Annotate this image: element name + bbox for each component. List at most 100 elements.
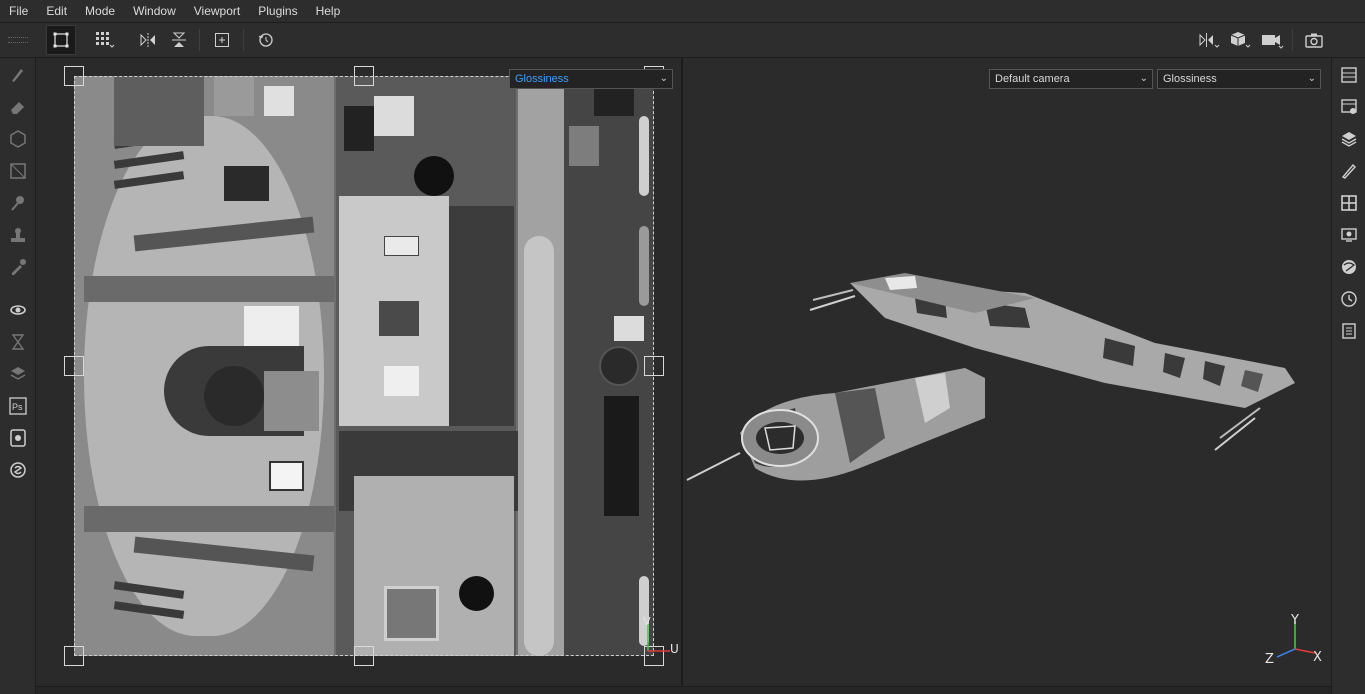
3d-viewport[interactable]: Default camera ⌄ Glossiness ⌄ Y X Z xyxy=(685,58,1330,686)
uv-handle-bottom-left[interactable] xyxy=(64,646,84,666)
display-grid-icon xyxy=(1341,195,1357,211)
smudge-icon xyxy=(11,196,24,211)
substance-share-button[interactable] xyxy=(6,458,30,482)
color-picker-tool[interactable] xyxy=(6,255,30,279)
gizmo-y-label: Y xyxy=(1291,613,1299,628)
texture-set-button[interactable] xyxy=(1337,95,1361,119)
fit-view-button[interactable] xyxy=(207,25,237,55)
uv-handle-middle-left[interactable] xyxy=(64,356,84,376)
iray-icon xyxy=(10,429,26,447)
left-tool-column: Ps xyxy=(0,58,36,694)
gizmo-x-label: X xyxy=(1313,650,1322,665)
iray-render-button[interactable] xyxy=(6,426,30,450)
uv-select-icon xyxy=(53,32,69,48)
flip-vertical-button[interactable] xyxy=(164,25,194,55)
camera-icon xyxy=(1262,35,1284,49)
uv-axis-u-label: U xyxy=(670,642,679,656)
menu-file[interactable]: File xyxy=(0,0,37,23)
log-button[interactable] xyxy=(1337,319,1361,343)
smudge-tool[interactable] xyxy=(6,191,30,215)
grid-tiling-icon xyxy=(96,32,115,48)
chevron-down-icon: ⌄ xyxy=(1307,73,1316,84)
paint-brush-icon xyxy=(12,69,23,82)
menu-plugins[interactable]: Plugins xyxy=(249,0,306,23)
flip-vertical-icon xyxy=(172,32,186,47)
uv-handle-bottom-center[interactable] xyxy=(354,646,374,666)
flip-horizontal-icon xyxy=(140,33,155,47)
substance-icon xyxy=(10,462,26,478)
camera-select[interactable]: Default camera ⌄ xyxy=(989,69,1153,89)
right-panel-column xyxy=(1331,58,1365,694)
hourglass-tool[interactable] xyxy=(6,330,30,354)
svg-text:Ps: Ps xyxy=(12,402,23,412)
photoshop-export-button[interactable]: Ps xyxy=(6,394,30,418)
screenshot-icon xyxy=(1305,33,1323,48)
menu-bar: File Edit Mode Window Viewport Plugins H… xyxy=(0,0,1365,23)
display-cube-button[interactable] xyxy=(1226,25,1256,55)
3d-channel-select[interactable]: Glossiness ⌄ xyxy=(1157,69,1321,89)
viewer-settings-button[interactable] xyxy=(1337,223,1361,247)
grid-tiling-button[interactable] xyxy=(90,25,120,55)
menu-viewport[interactable]: Viewport xyxy=(185,0,249,23)
bake-icon xyxy=(10,305,26,315)
camera-button[interactable] xyxy=(1258,25,1288,55)
uv-select-button[interactable] xyxy=(46,25,76,55)
fit-view-icon xyxy=(215,33,229,47)
app-window: File Edit Mode Window Viewport Plugins H… xyxy=(0,0,1365,694)
camera-select-value: Default camera xyxy=(995,73,1070,85)
brush-settings-button[interactable] xyxy=(1337,159,1361,183)
status-strip xyxy=(36,686,1331,694)
layer-tool[interactable] xyxy=(6,362,30,386)
uv-handle-top-left[interactable] xyxy=(64,66,84,86)
history-button[interactable] xyxy=(1337,287,1361,311)
menu-help[interactable]: Help xyxy=(307,0,350,23)
log-icon xyxy=(1342,323,1356,339)
history-icon xyxy=(1341,291,1357,307)
environment-icon xyxy=(1342,260,1356,274)
mirror-axis-button[interactable] xyxy=(1194,25,1224,55)
display-cube-icon xyxy=(1230,32,1251,48)
gizmo-z-label: Z xyxy=(1265,652,1274,667)
spaceship-3d-model xyxy=(686,273,1295,481)
photoshop-icon: Ps xyxy=(9,397,27,415)
geometry-decal-tool[interactable] xyxy=(6,159,30,183)
uv-handle-middle-right[interactable] xyxy=(644,356,664,376)
3d-channel-select-value: Glossiness xyxy=(1163,73,1217,85)
projection-icon xyxy=(10,130,26,148)
viewer-settings-icon xyxy=(1341,228,1357,242)
bake-tool[interactable] xyxy=(6,298,30,322)
uv-texture-sheet xyxy=(74,76,654,656)
menu-mode[interactable]: Mode xyxy=(76,0,124,23)
layers-list-icon xyxy=(1341,67,1357,83)
menu-window[interactable]: Window xyxy=(124,0,185,23)
brush-settings-icon xyxy=(1341,163,1356,179)
clone-stamp-tool[interactable] xyxy=(6,223,30,247)
screenshot-button[interactable] xyxy=(1299,25,1329,55)
display-grid-button[interactable] xyxy=(1337,191,1361,215)
chevron-down-icon: ⌄ xyxy=(659,73,668,84)
toolbar-grip[interactable] xyxy=(8,37,28,43)
environment-button[interactable] xyxy=(1337,255,1361,279)
color-picker-icon xyxy=(12,259,26,275)
uv-channel-select[interactable]: Glossiness ⌄ xyxy=(509,69,673,89)
layer-icon xyxy=(10,367,26,380)
uv-axis-v-label: V xyxy=(643,615,651,628)
layer-stack-icon xyxy=(1341,132,1357,147)
texture-set-icon xyxy=(1341,99,1357,114)
reset-view-icon xyxy=(258,33,273,47)
mirror-axis-icon xyxy=(1199,33,1220,48)
chevron-down-icon: ⌄ xyxy=(1139,73,1148,84)
paint-brush-tool[interactable] xyxy=(6,63,30,87)
uv-2d-viewport[interactable]: Glossiness ⌄ V U xyxy=(36,58,683,686)
projection-tool[interactable] xyxy=(6,127,30,151)
eraser-tool[interactable] xyxy=(6,95,30,119)
uv-handle-top-center[interactable] xyxy=(354,66,374,86)
toolbar xyxy=(0,23,1365,58)
layers-list-button[interactable] xyxy=(1337,63,1361,87)
reset-view-button[interactable] xyxy=(251,25,281,55)
menu-edit[interactable]: Edit xyxy=(37,0,76,23)
geometry-decal-icon xyxy=(10,163,26,179)
flip-horizontal-button[interactable] xyxy=(133,25,163,55)
uv-channel-select-value: Glossiness xyxy=(515,73,569,85)
layer-stack-button[interactable] xyxy=(1337,127,1361,151)
